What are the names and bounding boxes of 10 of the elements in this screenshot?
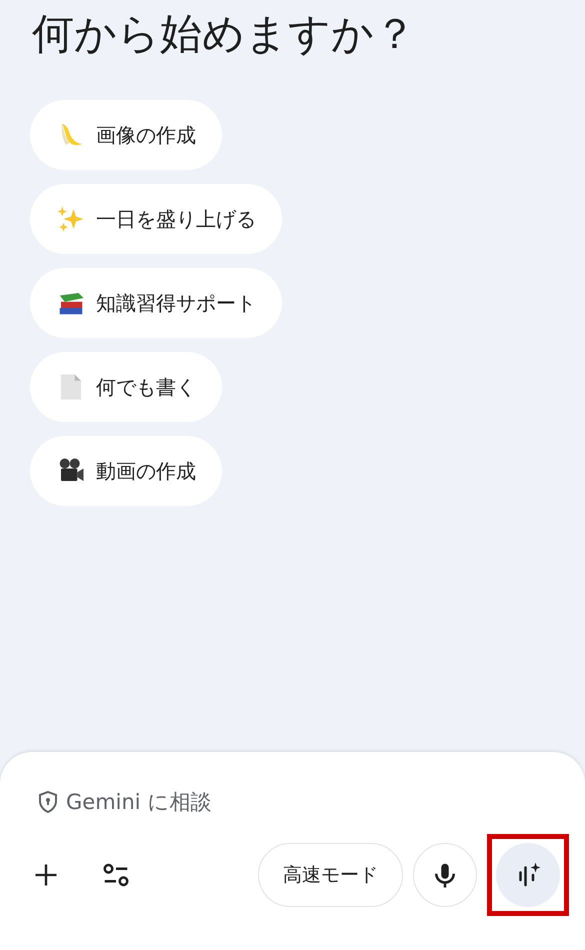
sparkles-icon — [56, 204, 86, 234]
suggestion-chip[interactable]: 動画の作成 — [30, 436, 222, 506]
suggestion-chip[interactable]: 知識習得サポート — [30, 268, 282, 338]
suggestion-chip[interactable]: 一日を盛り上げる — [30, 184, 282, 254]
mode-button[interactable]: 高速モード — [258, 843, 403, 907]
heading: 何から始めますか？ — [32, 8, 417, 60]
shield-icon — [36, 790, 60, 814]
suggestion-chip[interactable]: 何でも書く — [30, 352, 222, 422]
suggestion-chip[interactable]: 画像の作成 — [30, 100, 222, 170]
prompt-field[interactable]: Gemini に相談 — [36, 786, 569, 818]
